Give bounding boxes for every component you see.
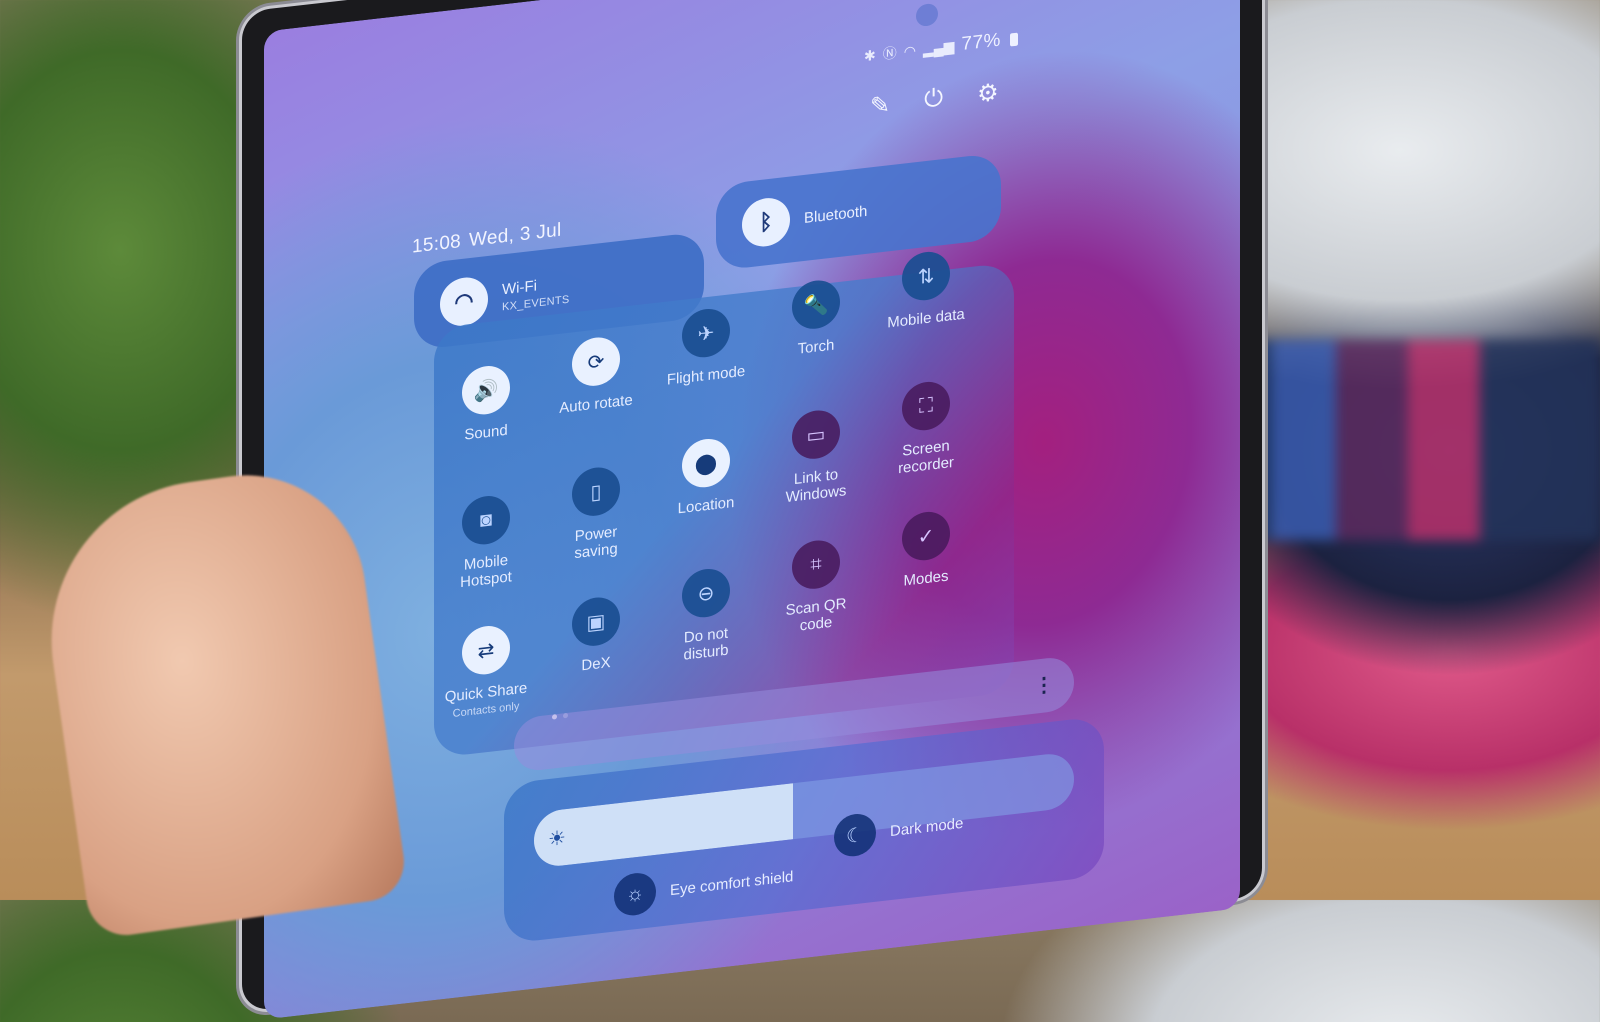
- torch-icon: 🔦: [792, 277, 840, 332]
- quick-panel-screen: ✱ Ⓝ ◠ ▂▄▆ 77% ✎ ⏻ ⚙ 15:08 Wed, 3 Jul ◠ Wi…: [264, 0, 1240, 1020]
- edit-icon[interactable]: ✎: [870, 90, 890, 121]
- tile-location[interactable]: ⬤ Location: [651, 433, 761, 521]
- mobile-data-icon: ⇅: [902, 249, 950, 303]
- tile-scan-qr[interactable]: ⌗ Scan QR code: [761, 534, 871, 639]
- dark-mode-label: Dark mode: [890, 814, 964, 840]
- screen-recorder-icon: ⛶: [902, 379, 950, 433]
- quick-settings-host: 🔊 Sound ⟳ Auto rotate ✈ Flight mode 🔦 Torch ⇅ Mob…: [264, 0, 1240, 720]
- eye-comfort-icon: ☼: [614, 870, 656, 918]
- power-icon[interactable]: ⏻: [924, 84, 943, 115]
- tile-auto-rotate[interactable]: ⟳ Auto rotate: [541, 331, 651, 419]
- tile-mobile-data[interactable]: ⇅ Mobile data: [871, 246, 981, 334]
- tile-screen-recorder[interactable]: ⛶ Screen recorder: [871, 376, 981, 481]
- time: 15:08: [412, 231, 462, 258]
- eye-comfort-toggle[interactable]: ☼ Eye comfort shield: [614, 855, 794, 918]
- settings-gear-icon[interactable]: ⚙: [977, 78, 999, 109]
- flight-mode-icon: ✈: [682, 306, 730, 360]
- link-to-windows-icon: ▭: [792, 407, 840, 462]
- bluetooth-label: Bluetooth: [804, 202, 868, 227]
- tile-quick-share[interactable]: ⇄ Quick Share Contacts only: [431, 620, 541, 723]
- tile-flight-mode[interactable]: ✈ Flight mode: [651, 303, 761, 391]
- wifi-icon: ◠: [903, 41, 916, 60]
- sound-icon: 🔊: [462, 363, 510, 417]
- date: Wed, 3 Jul: [469, 219, 562, 252]
- tile-link-to-windows[interactable]: ▭ Link to Windows: [761, 404, 871, 509]
- power-saving-icon: ▯: [572, 464, 620, 519]
- battery-icon: [1009, 32, 1018, 47]
- signal-icon: ▂▄▆: [922, 37, 955, 57]
- dex-icon: ▣: [572, 594, 620, 649]
- tile-torch[interactable]: 🔦 Torch: [761, 274, 871, 362]
- more-options-icon[interactable]: ⋮: [1034, 671, 1054, 698]
- bluetooth-icon: ✱: [864, 46, 876, 64]
- sun-icon: ☀: [548, 827, 566, 852]
- eye-comfort-label: Eye comfort shield: [670, 867, 794, 899]
- auto-rotate-icon: ⟳: [572, 334, 620, 389]
- scan-qr-icon: ⌗: [792, 537, 840, 592]
- top-actions: ✎ ⏻ ⚙: [870, 78, 999, 122]
- tile-sound[interactable]: 🔊 Sound: [431, 360, 541, 448]
- dark-mode-icon: ☾: [834, 811, 876, 859]
- tile-modes[interactable]: ✓ Modes: [871, 506, 981, 594]
- quick-share-icon: ⇄: [462, 623, 510, 677]
- tile-do-not-disturb[interactable]: ⊖ Do not disturb: [651, 563, 761, 668]
- front-camera: [916, 2, 938, 28]
- bluetooth-icon: ᛒ: [742, 195, 790, 250]
- do-not-disturb-icon: ⊖: [682, 566, 730, 620]
- tile-dex[interactable]: ▣ DeX: [541, 591, 651, 679]
- nfc-icon: Ⓝ: [882, 44, 897, 62]
- battery-percent: 77%: [961, 29, 1001, 56]
- tile-mobile-hotspot[interactable]: ◙ Mobile Hotspot: [431, 490, 541, 595]
- location-icon: ⬤: [682, 436, 730, 490]
- brightness-fill: [534, 783, 794, 869]
- tile-label: DeX: [581, 654, 611, 675]
- mobile-hotspot-icon: ◙: [462, 493, 510, 547]
- status-bar: ✱ Ⓝ ◠ ▂▄▆ 77%: [864, 28, 1018, 68]
- modes-icon: ✓: [902, 509, 950, 563]
- brightness-slider[interactable]: ☀: [534, 751, 1074, 869]
- wifi-icon: ◠: [440, 274, 488, 329]
- tile-power-saving[interactable]: ▯ Power saving: [541, 461, 651, 566]
